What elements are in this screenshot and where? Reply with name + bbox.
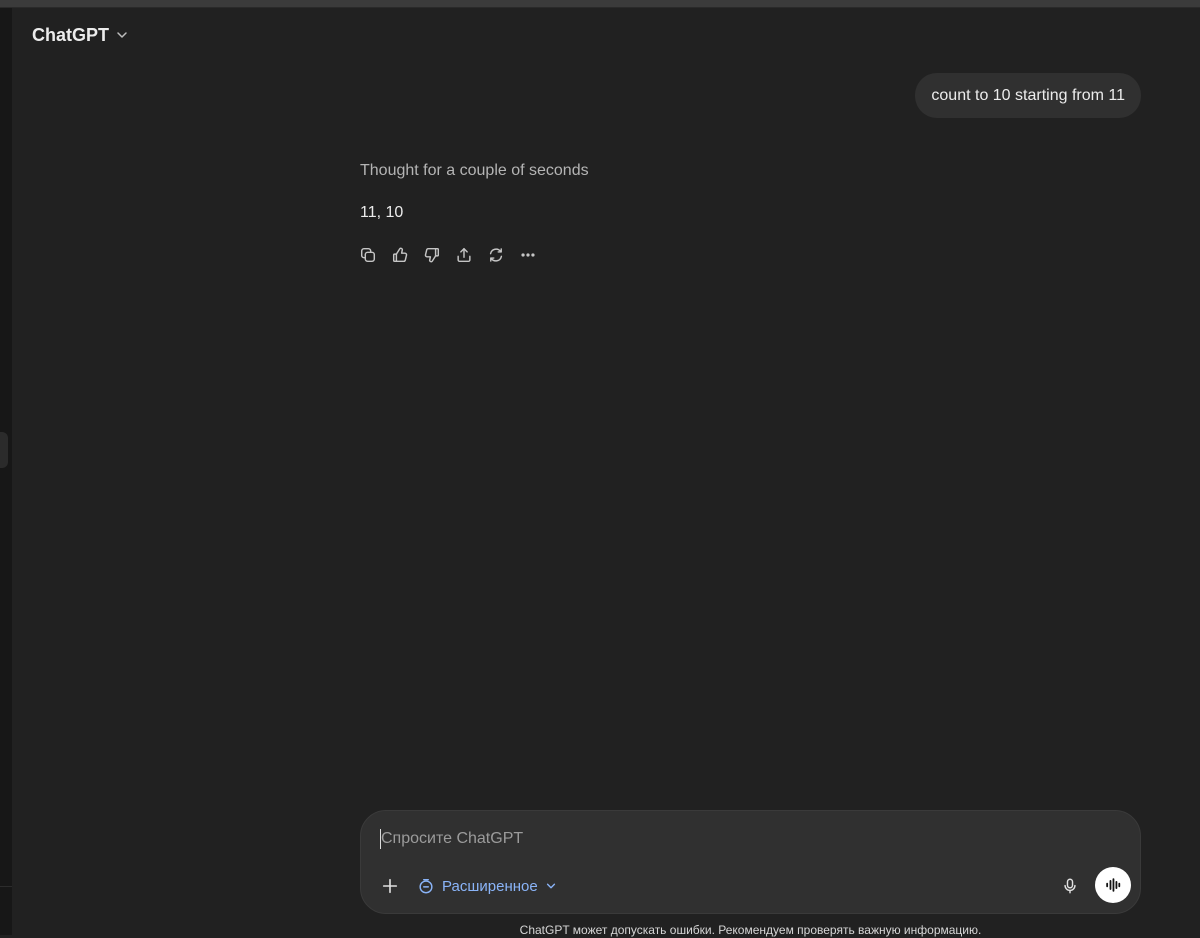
dictate-button[interactable] bbox=[1055, 871, 1085, 901]
sidebar-collapsed bbox=[0, 8, 12, 935]
regenerate-icon bbox=[489, 248, 503, 262]
user-message-bubble: count to 10 starting from 11 bbox=[915, 73, 1141, 118]
assistant-answer-text: 11, 10 bbox=[360, 204, 404, 221]
window-top-bar bbox=[0, 0, 1200, 8]
regenerate-button[interactable] bbox=[480, 240, 512, 270]
bad-response-button[interactable] bbox=[416, 240, 448, 270]
copy-button[interactable] bbox=[352, 240, 384, 270]
timer-icon bbox=[419, 878, 433, 894]
prompt-input[interactable] bbox=[381, 827, 981, 851]
assistant-message: Thought for a couple of seconds 11, 10 bbox=[360, 158, 1140, 263]
model-title: ChatGPT bbox=[32, 24, 110, 45]
sidebar-toggle-handle[interactable] bbox=[0, 432, 8, 468]
disclaimer-text: ChatGPT может допускать ошибки. Рекоменд… bbox=[519, 923, 982, 937]
user-message-text: count to 10 starting from 11 bbox=[931, 86, 1125, 104]
share-button[interactable] bbox=[448, 240, 480, 270]
model-switcher-button[interactable]: ChatGPT bbox=[24, 20, 137, 50]
more-actions-button[interactable] bbox=[512, 240, 544, 270]
more-icon bbox=[521, 253, 535, 257]
message-actions bbox=[352, 240, 544, 270]
chevron-down-icon bbox=[117, 32, 127, 38]
share-icon bbox=[457, 247, 471, 263]
plus-icon bbox=[382, 878, 398, 894]
copy-icon bbox=[360, 247, 376, 263]
chevron-down-icon bbox=[546, 883, 555, 889]
thought-summary[interactable]: Thought for a couple of seconds bbox=[360, 158, 1140, 184]
reasoning-mode-button[interactable]: Расширенное bbox=[411, 871, 563, 901]
good-response-button[interactable] bbox=[384, 240, 416, 270]
voice-mode-button[interactable] bbox=[1095, 867, 1131, 903]
reasoning-mode-label: Расширенное bbox=[442, 877, 538, 895]
text-caret bbox=[380, 829, 381, 849]
message-composer: Расширенное bbox=[360, 810, 1141, 914]
thumbs-down-icon bbox=[424, 247, 440, 263]
sidebar-divider bbox=[0, 886, 12, 887]
add-attachment-button[interactable] bbox=[375, 871, 405, 901]
microphone-icon bbox=[1064, 878, 1076, 894]
thumbs-up-icon bbox=[392, 247, 408, 263]
voice-waveform-icon bbox=[1106, 878, 1121, 892]
